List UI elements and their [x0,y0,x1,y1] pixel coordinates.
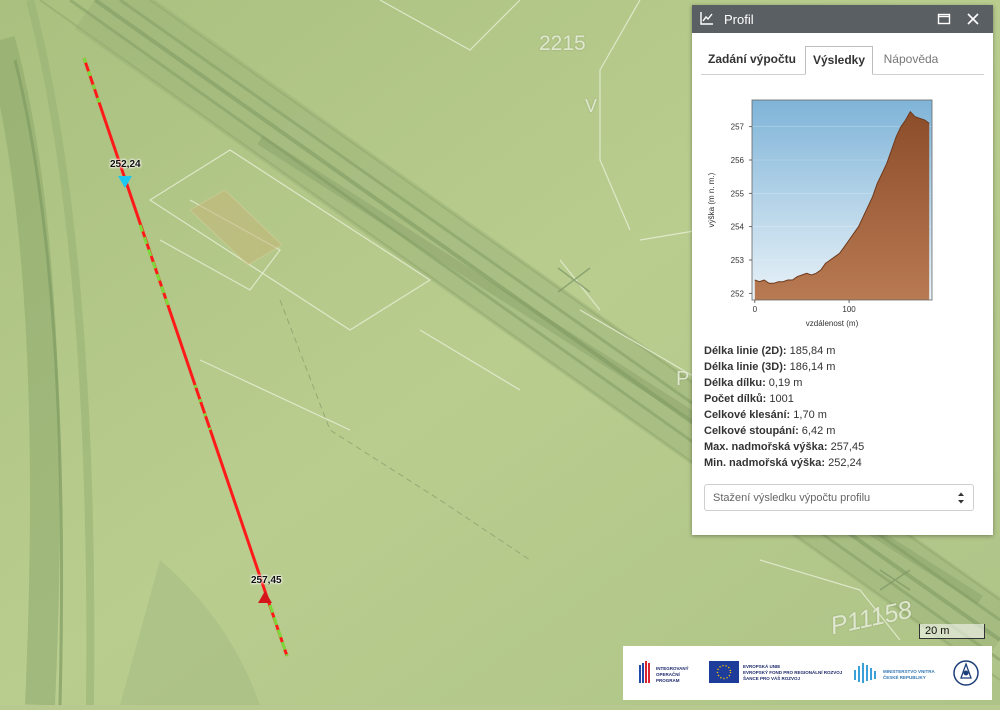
stat-row: Min. nadmořská výška: 252,24 [704,455,984,471]
start-elevation-label: 252,24 [110,159,141,170]
logo-strip: INTEGROVANÝ OPERAČNÍ PROGRAM EVROPSKÁ UN… [623,646,992,700]
end-point-marker[interactable] [258,591,272,603]
stat-label: Max. nadmořská výška: [704,441,828,453]
download-result-select[interactable]: Stažení výsledku výpočtu profilu [704,484,974,511]
iop-logo: INTEGROVANÝ OPERAČNÍ PROGRAM [639,646,705,700]
mv-emblem-icon [854,663,876,683]
stat-row: Délka dílku: 0,19 m [704,375,984,391]
chart-y-tick-label: 256 [731,156,745,165]
map-letter-v: V [585,96,598,116]
mv-line-1: MINISTERSTVO VNITRA [883,669,935,674]
start-point-marker[interactable] [118,176,132,188]
stat-value: 257,45 [827,441,865,453]
stat-row: Celkové stoupání: 6,42 m [704,423,984,439]
panel-header: Profil [692,5,993,33]
stat-value: 0,19 m [765,377,803,389]
chart-y-tick-label: 253 [731,256,745,265]
stat-label: Min. nadmořská výška: [704,457,826,469]
fire-rescue-emblem-icon [953,660,979,686]
download-select-label: Stažení výsledku výpočtu profilu [713,492,871,504]
tab-zadani-vypoctu[interactable]: Zadání výpočtu [701,46,803,73]
stat-label: Počet dílků: [704,393,767,405]
stat-row: Délka linie (3D): 186,14 m [704,359,984,375]
map-letter-p: P [676,368,690,390]
select-arrows-icon [958,492,964,504]
profile-chart: 252 253 254 255 256 257 0 100 vzdálenost (m) výšk… [707,99,933,328]
tab-bar: Zadání výpočtu Výsledky Nápověda [701,46,984,75]
stat-value: 6,42 m [798,425,836,437]
mv-line-2: ČESKÉ REPUBLIKY [883,675,926,680]
stat-value: 185,84 m [786,345,836,357]
iop-line-1: INTEGROVANÝ [656,666,689,671]
fire-rescue-logo [953,646,983,700]
chart-x-axis-label: vzdálenost (m) [806,319,859,328]
profile-stats: Délka linie (2D): 185,84 m Délka linie (3… [704,343,984,471]
chart-y-tick-label: 254 [731,223,745,232]
close-icon[interactable] [964,10,982,28]
eu-line-1: EVROPSKÁ UNIE [743,664,781,669]
iop-emblem-icon [639,661,650,683]
stat-label: Celkové klesání: [704,409,791,421]
chart-x-tick-label: 0 [753,305,758,314]
stat-label: Celkové stoupání: [704,425,799,437]
chart-icon [700,12,713,25]
iop-line-2: OPERAČNÍ [656,672,680,677]
scale-bar: 20 m [919,624,985,639]
chart-y-tick-label: 257 [731,123,745,132]
stat-value: 252,24 [825,457,862,469]
stat-label: Délka dílku: [704,377,766,389]
tab-vysledky[interactable]: Výsledky [805,46,873,75]
iop-line-3: PROGRAM [656,678,680,683]
stat-label: Délka linie (2D): [704,345,787,357]
maximize-icon[interactable] [935,10,953,28]
stat-row: Počet dílků: 1001 [704,391,984,407]
parcel-label-2215: 2215 [539,32,586,55]
eu-flag-icon [709,661,739,683]
eu-line-2: EVROPSKÝ FOND PRO REGIONÁLNÍ ROZVOJ [743,670,843,675]
eu-logo: EVROPSKÁ UNIE EVROPSKÝ FOND PRO REGIONÁL… [709,646,843,700]
stat-row: Max. nadmořská výška: 257,45 [704,439,984,455]
panel-title: Profil [724,12,754,27]
stat-value: 1,70 m [790,409,827,421]
eu-line-3: ŠANCE PRO VÁŠ ROZVOJ [743,676,801,681]
stat-value: 186,14 m [786,361,836,373]
chart-y-axis-label: výška (m n. m.) [707,172,716,227]
stat-value: 1001 [766,393,794,405]
stat-row: Celkové klesání: 1,70 m [704,407,984,423]
end-elevation-label: 257,45 [251,575,282,586]
stat-row: Délka linie (2D): 185,84 m [704,343,984,359]
tab-napoveda[interactable]: Nápověda [873,46,949,73]
chart-y-tick-label: 255 [731,189,745,198]
stat-label: Délka linie (3D): [704,361,787,373]
chart-x-tick-label: 100 [842,305,856,314]
profile-panel: Profil Zadání výpočtu Výsledky Nápověda … [692,5,993,535]
chart-y-tick-label: 252 [731,289,745,298]
mv-logo: MINISTERSTVO VNITRA ČESKÉ REPUBLIKY [853,646,948,700]
